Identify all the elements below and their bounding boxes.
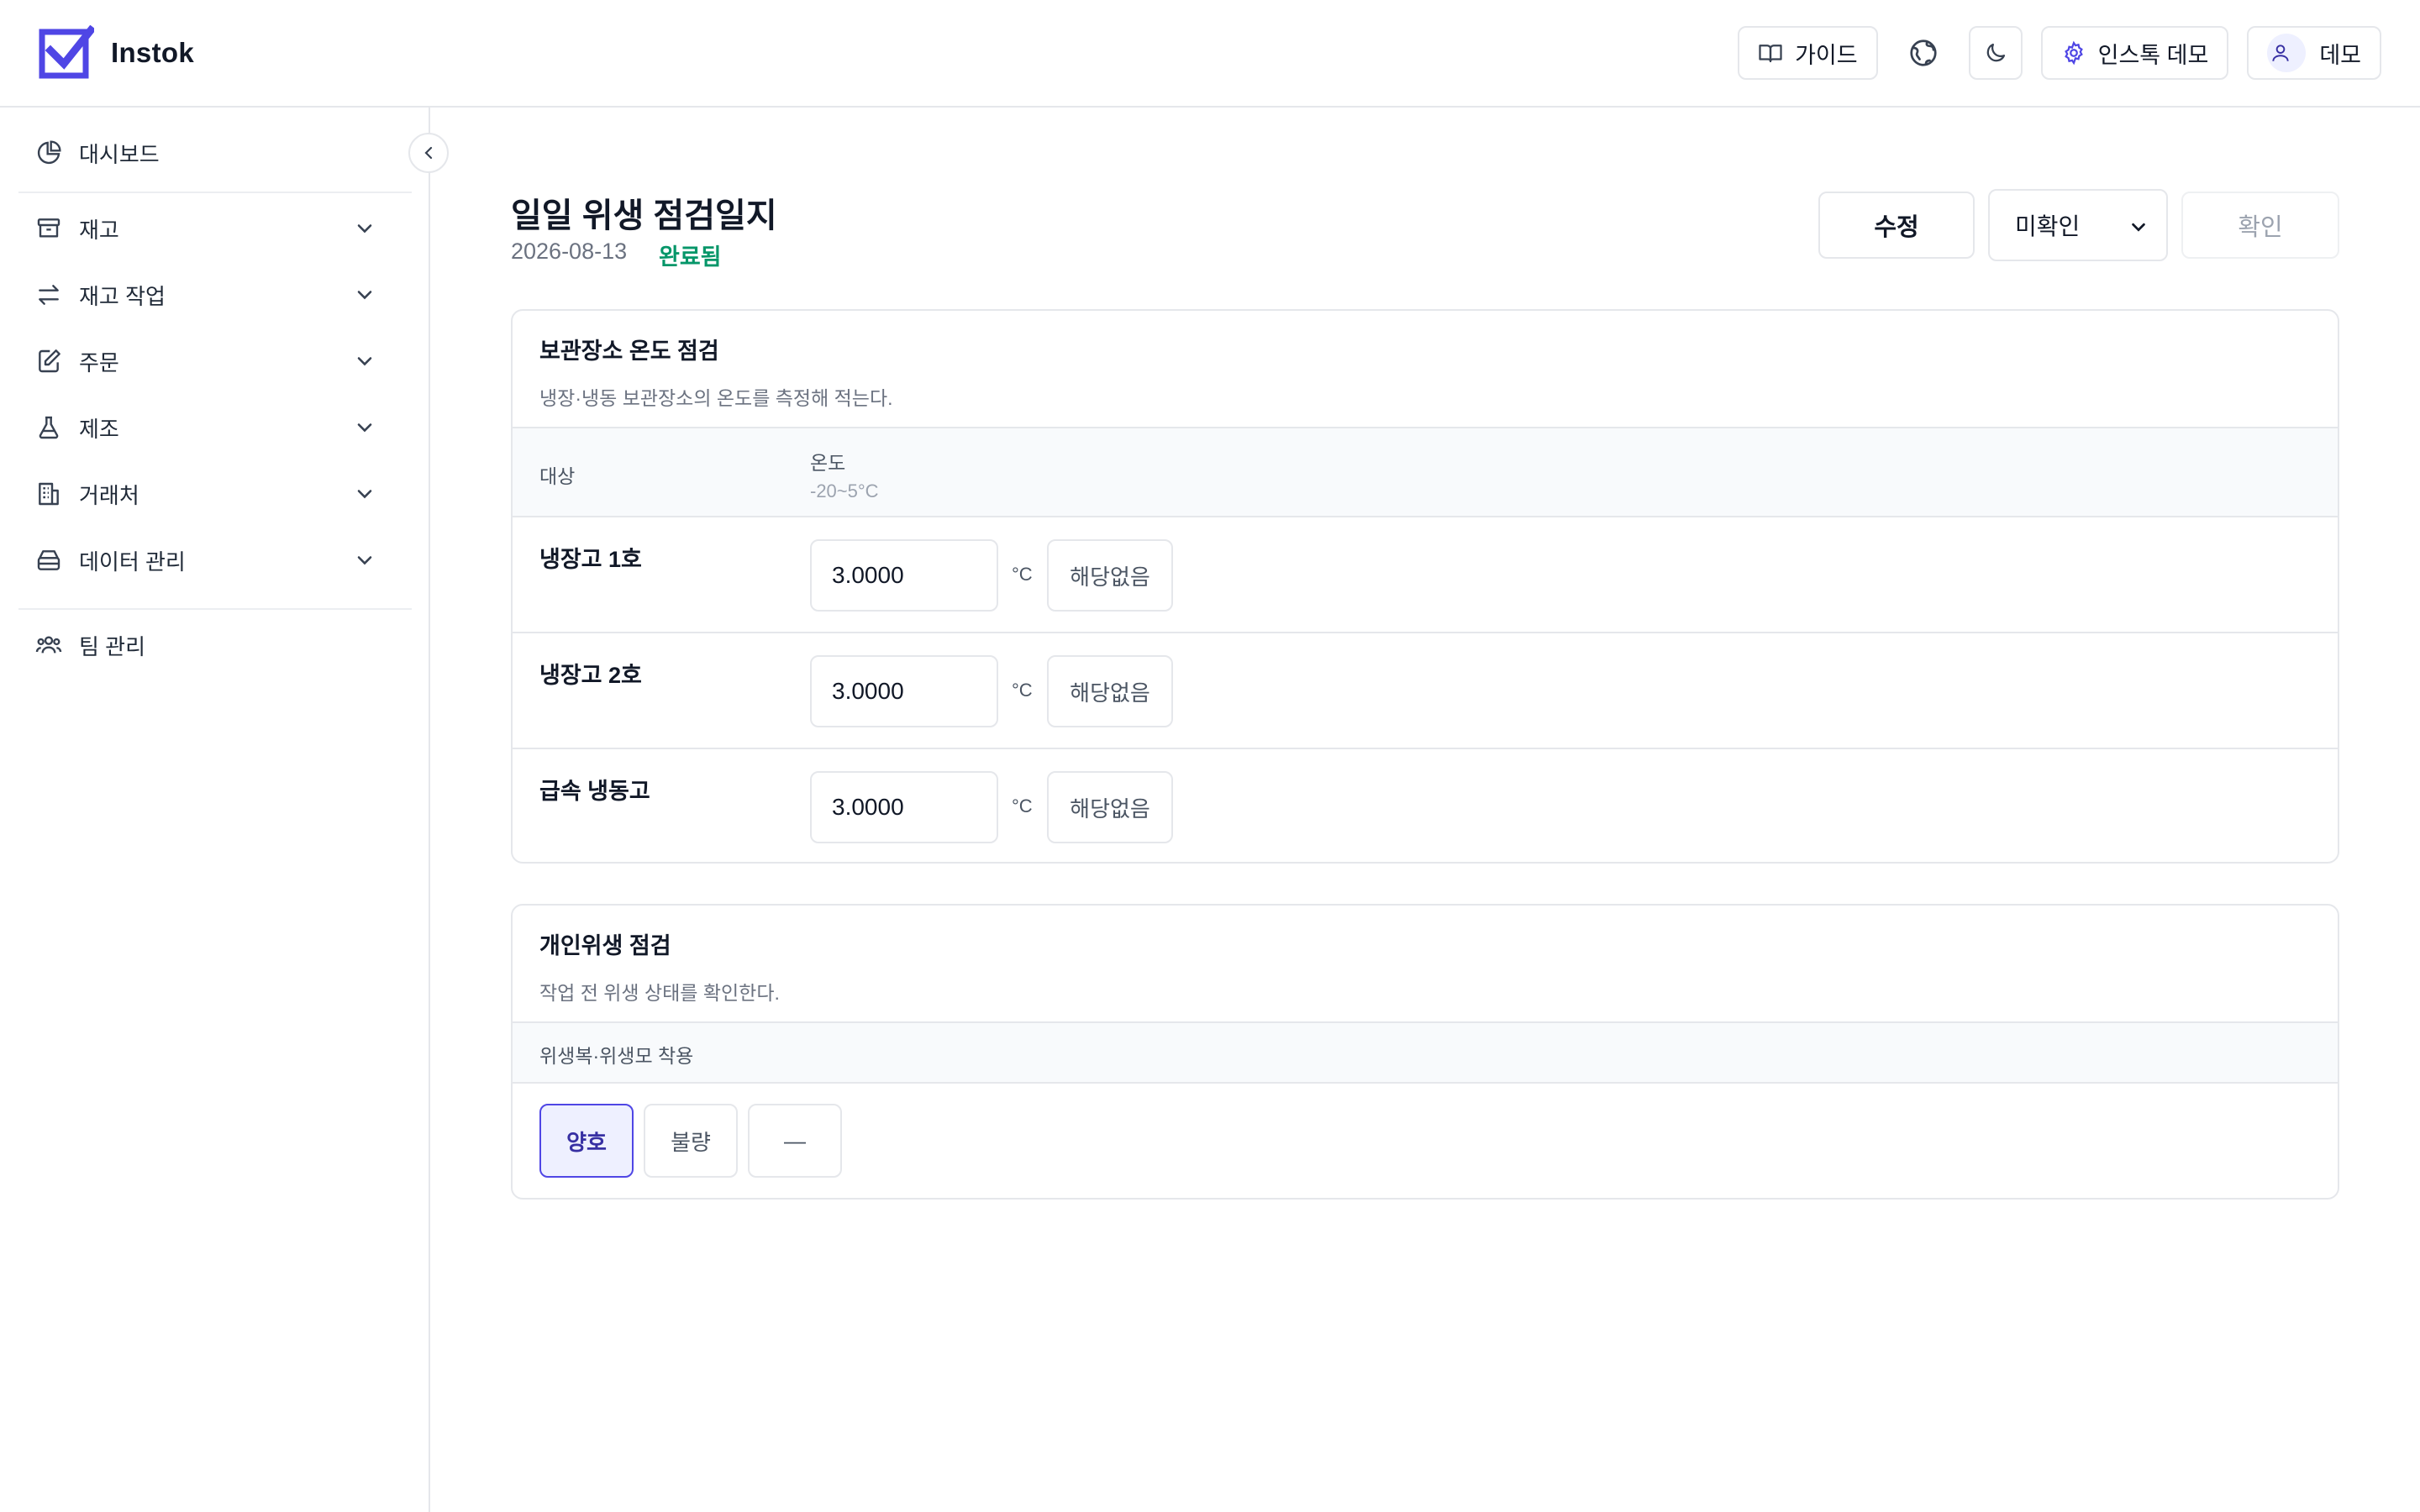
review-status-select[interactable]: 미확인 [1988, 189, 2168, 261]
workspace-settings-button[interactable]: 인스톡 데모 [2040, 26, 2229, 80]
edit-button[interactable]: 수정 [1818, 192, 1975, 259]
row-target-name: 냉장고 1호 [539, 547, 642, 572]
sidebar-item-label: 거래처 [79, 482, 139, 508]
chevron-down-icon [353, 217, 380, 244]
database-stack-icon [35, 547, 62, 574]
unit-label: °C [1012, 564, 1033, 585]
checkbox-logo-icon [39, 25, 94, 81]
check-item-label: 위생복·위생모 착용 [539, 1045, 694, 1067]
temperature-check-card: 보관장소 온도 점검 냉장·냉동 보관장소의 온도를 측정해 적는다. 대상 온… [511, 309, 2339, 864]
sidebar-item-label: 주문 [79, 349, 119, 375]
user-icon [2270, 42, 2291, 64]
users-icon [35, 632, 62, 659]
globe-icon [1908, 38, 1939, 68]
guide-label: 가이드 [1795, 42, 1858, 68]
sidebar-item-team[interactable]: 팀 관리 [18, 615, 412, 675]
user-label: 데모 [2319, 42, 2361, 68]
column-header-temperature-label: 온도 [810, 452, 846, 474]
user-menu-button[interactable]: 데모 [2247, 26, 2381, 80]
sidebar-item-label: 재고 작업 [79, 283, 166, 309]
flask-icon [35, 414, 62, 441]
option-bad-button[interactable]: 불량 [644, 1104, 738, 1178]
temperature-input[interactable]: 3.0000 [810, 771, 998, 843]
not-applicable-button[interactable]: 해당없음 [1047, 771, 1173, 843]
theme-toggle-button[interactable] [1968, 26, 2023, 80]
app-name: Instok [111, 37, 194, 68]
page-date: 2026-08-13 [511, 239, 628, 264]
sidebar-divider [18, 608, 412, 610]
avatar [2267, 34, 2307, 72]
temperature-input[interactable]: 3.0000 [810, 539, 998, 612]
unit-label: °C [1012, 680, 1033, 701]
top-bar: Instok 가이드 인스톡 데모 데모 [0, 0, 2420, 108]
sidebar-item-label: 데이터 관리 [79, 549, 186, 575]
row-target-name: 냉장고 2호 [539, 663, 642, 688]
table-row: 냉장고 2호 3.0000 °C 해당없음 [513, 633, 2338, 749]
section-title: 보관장소 온도 점검 [539, 339, 719, 364]
sidebar-item-dashboard[interactable]: 대시보드 [18, 123, 412, 183]
app-logo[interactable]: Instok [39, 25, 194, 81]
table-row: 냉장고 1호 3.0000 °C 해당없음 [513, 517, 2338, 633]
column-header-temperature: 온도 -20~5°C [810, 447, 879, 502]
confirm-button[interactable]: 확인 [2181, 192, 2339, 259]
column-header-target: 대상 [539, 465, 576, 487]
table-header: 대상 온도 -20~5°C [513, 427, 2338, 517]
chevron-down-icon [353, 549, 380, 575]
archive-box-icon [35, 215, 62, 242]
sidebar-item-orders[interactable]: 주문 [18, 331, 412, 391]
sidebar-item-inventory-work[interactable]: 재고 작업 [18, 265, 412, 325]
table-header: 위생복·위생모 착용 [513, 1021, 2338, 1084]
section-description: 작업 전 위생 상태를 확인한다. [539, 982, 780, 1004]
option-good-button[interactable]: 양호 [539, 1104, 634, 1178]
table-row: 급속 냉동고 3.0000 °C 해당없음 [513, 749, 2338, 862]
chevron-left-icon [418, 143, 439, 163]
not-applicable-button[interactable]: 해당없음 [1047, 539, 1173, 612]
sidebar: 대시보드 재고 재고 작업 주문 제조 거래처 데이터 관리 팀 관리 [0, 108, 430, 1512]
option-none-button[interactable]: — [748, 1104, 842, 1178]
sidebar-collapse-button[interactable] [408, 133, 449, 173]
moon-icon [1983, 40, 2008, 66]
unit-label: °C [1012, 795, 1033, 816]
row-target-name: 급속 냉동고 [539, 779, 650, 804]
sidebar-item-inventory[interactable]: 재고 [18, 198, 412, 259]
chevron-down-icon [353, 482, 380, 509]
temperature-input[interactable]: 3.0000 [810, 655, 998, 727]
option-row: 양호 불량 — [513, 1084, 2338, 1198]
building-icon [35, 480, 62, 507]
sidebar-item-label: 재고 [79, 217, 119, 243]
sidebar-item-label: 대시보드 [79, 141, 160, 167]
book-icon [1758, 40, 1783, 66]
sidebar-item-manufacturing[interactable]: 제조 [18, 397, 412, 458]
section-title: 개인위생 점검 [539, 933, 671, 958]
sidebar-item-data-management[interactable]: 데이터 관리 [18, 530, 412, 591]
pie-chart-icon [35, 139, 62, 166]
chevron-down-icon [353, 349, 380, 376]
sidebar-divider [18, 192, 412, 193]
sidebar-item-label: 제조 [79, 416, 119, 442]
chevron-down-icon [353, 283, 380, 310]
section-description: 냉장·냉동 보관장소의 온도를 측정해 적는다. [539, 387, 893, 409]
review-status-value: 미확인 [2015, 213, 2081, 239]
edit-document-icon [35, 348, 62, 375]
status-badge: 완료됨 [659, 244, 722, 270]
temperature-range: -20~5°C [810, 480, 879, 501]
not-applicable-button[interactable]: 해당없음 [1047, 655, 1173, 727]
page-title: 일일 위생 점검일지 [511, 197, 777, 234]
chevron-down-icon [2129, 218, 2148, 236]
gear-icon [2061, 40, 2086, 66]
arrows-exchange-icon [35, 281, 62, 308]
sidebar-item-label: 팀 관리 [79, 633, 145, 659]
personal-hygiene-card: 개인위생 점검 작업 전 위생 상태를 확인한다. 위생복·위생모 착용 양호 … [511, 904, 2339, 1200]
sidebar-item-partners[interactable]: 거래처 [18, 464, 412, 524]
workspace-label: 인스톡 데모 [2097, 42, 2209, 68]
chevron-down-icon [353, 416, 380, 443]
language-button[interactable] [1897, 26, 1950, 80]
guide-button[interactable]: 가이드 [1738, 26, 1878, 80]
